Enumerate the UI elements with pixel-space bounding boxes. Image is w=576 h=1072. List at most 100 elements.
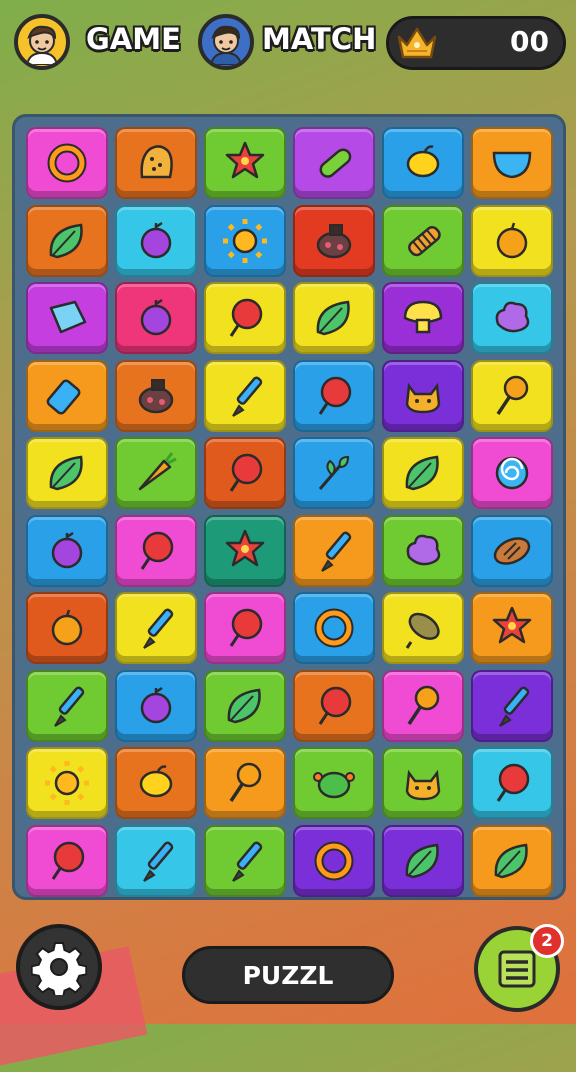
tile-sponge[interactable] (115, 127, 197, 199)
tile-cat[interactable] (382, 747, 464, 819)
tile-balloon[interactable] (293, 669, 375, 742)
mode-label: PUZZL (242, 960, 334, 990)
tile-brush[interactable] (26, 669, 108, 742)
tile-brush[interactable] (204, 824, 286, 897)
tile-lollipop[interactable] (382, 669, 464, 742)
tile-leaf[interactable] (293, 282, 375, 354)
tile-herb[interactable] (293, 437, 375, 509)
list-icon (498, 950, 536, 988)
bug-icon (316, 223, 352, 258)
leaf-icon (316, 300, 350, 336)
berry-icon (140, 221, 172, 258)
tile-brush[interactable] (204, 359, 286, 432)
leaf-icon (494, 843, 528, 878)
tile-seed[interactable] (382, 592, 464, 664)
tile-lemon[interactable] (382, 127, 464, 199)
score-display: 00 (386, 16, 566, 70)
tile-brush[interactable] (115, 824, 197, 897)
tile-corn[interactable] (382, 204, 464, 277)
tile-bug[interactable] (293, 204, 375, 277)
tile-balloon[interactable] (204, 592, 286, 664)
tile-brush[interactable] (293, 514, 375, 587)
brush-icon (232, 841, 263, 882)
tile-ring[interactable] (293, 824, 375, 897)
herb-icon (318, 455, 350, 490)
player1-name: GAME (86, 22, 181, 56)
tile-cube[interactable] (26, 282, 108, 354)
tile-cat[interactable] (382, 359, 464, 432)
tile-sun[interactable] (204, 204, 286, 277)
tile-mushroom[interactable] (382, 282, 464, 354)
leaf-icon (49, 455, 83, 491)
tile-bug[interactable] (115, 359, 197, 432)
tile-lollipop[interactable] (204, 747, 286, 819)
tile-brush[interactable] (471, 669, 553, 742)
balloon-icon (229, 453, 263, 492)
tile-balloon[interactable] (204, 282, 286, 354)
tile-orange[interactable] (26, 592, 108, 664)
brush-icon (321, 531, 352, 572)
notification-badge: 2 (530, 924, 564, 958)
tile-blob[interactable] (382, 514, 464, 587)
leaf-icon (405, 455, 439, 491)
tile-bowl[interactable] (471, 127, 553, 199)
tile-carrot[interactable] (115, 437, 197, 509)
tile-star-flower[interactable] (204, 127, 286, 199)
tile-bottle[interactable] (26, 359, 108, 432)
carrot-icon (138, 452, 177, 491)
ring-icon (47, 143, 87, 183)
brush-icon (232, 376, 263, 417)
tile-pickle[interactable] (293, 127, 375, 199)
brush-icon (143, 608, 174, 649)
tile-lollipop[interactable] (471, 359, 553, 432)
balloon-icon (318, 376, 352, 415)
tile-leaf[interactable] (26, 204, 108, 277)
tile-leaf[interactable] (26, 437, 108, 509)
balloon-icon (140, 531, 174, 570)
orange-icon (496, 222, 528, 258)
settings-button[interactable] (16, 924, 102, 1010)
tile-turtle[interactable] (293, 747, 375, 819)
player2-avatar[interactable] (198, 14, 254, 70)
tile-balloon[interactable] (204, 437, 286, 509)
mode-button[interactable]: PUZZL (182, 946, 394, 1004)
mushroom-icon (403, 300, 443, 334)
gear-icon (31, 942, 87, 995)
tile-lemon[interactable] (115, 747, 197, 819)
tile-leaf[interactable] (471, 824, 553, 897)
tile-blob[interactable] (471, 282, 553, 354)
tile-leaf[interactable] (382, 437, 464, 509)
tile-star-flower[interactable] (204, 514, 286, 587)
tile-balloon[interactable] (293, 359, 375, 432)
tile-ring[interactable] (293, 592, 375, 664)
tile-berry[interactable] (26, 514, 108, 587)
blob-icon (495, 301, 530, 333)
seed-icon (405, 612, 440, 649)
tile-balloon[interactable] (26, 824, 108, 897)
lemon-icon (406, 145, 440, 178)
tile-berry[interactable] (115, 669, 197, 742)
player2-name: MATCH (262, 22, 377, 56)
tile-berry[interactable] (115, 282, 197, 354)
tile-star-flower[interactable] (471, 592, 553, 664)
tile-leaf[interactable] (204, 669, 286, 742)
lollipop-icon (229, 762, 262, 802)
tile-brush[interactable] (115, 592, 197, 664)
tile-orange[interactable] (471, 204, 553, 277)
balloon-icon (229, 608, 263, 647)
tile-leaf[interactable] (382, 824, 464, 897)
boy-avatar-icon (209, 25, 243, 65)
tile-berry[interactable] (115, 204, 197, 277)
tile-sun[interactable] (26, 747, 108, 819)
bug-icon (138, 378, 174, 413)
lemon-icon (139, 765, 173, 798)
bowl-icon (492, 151, 532, 179)
tile-swirl[interactable] (471, 437, 553, 509)
tile-balloon[interactable] (115, 514, 197, 587)
ring-icon (314, 841, 354, 880)
tile-ring[interactable] (26, 127, 108, 199)
player1-avatar[interactable] (14, 14, 70, 70)
balloon-icon (496, 763, 530, 802)
tile-balloon[interactable] (471, 747, 553, 819)
tile-bread[interactable] (471, 514, 553, 587)
